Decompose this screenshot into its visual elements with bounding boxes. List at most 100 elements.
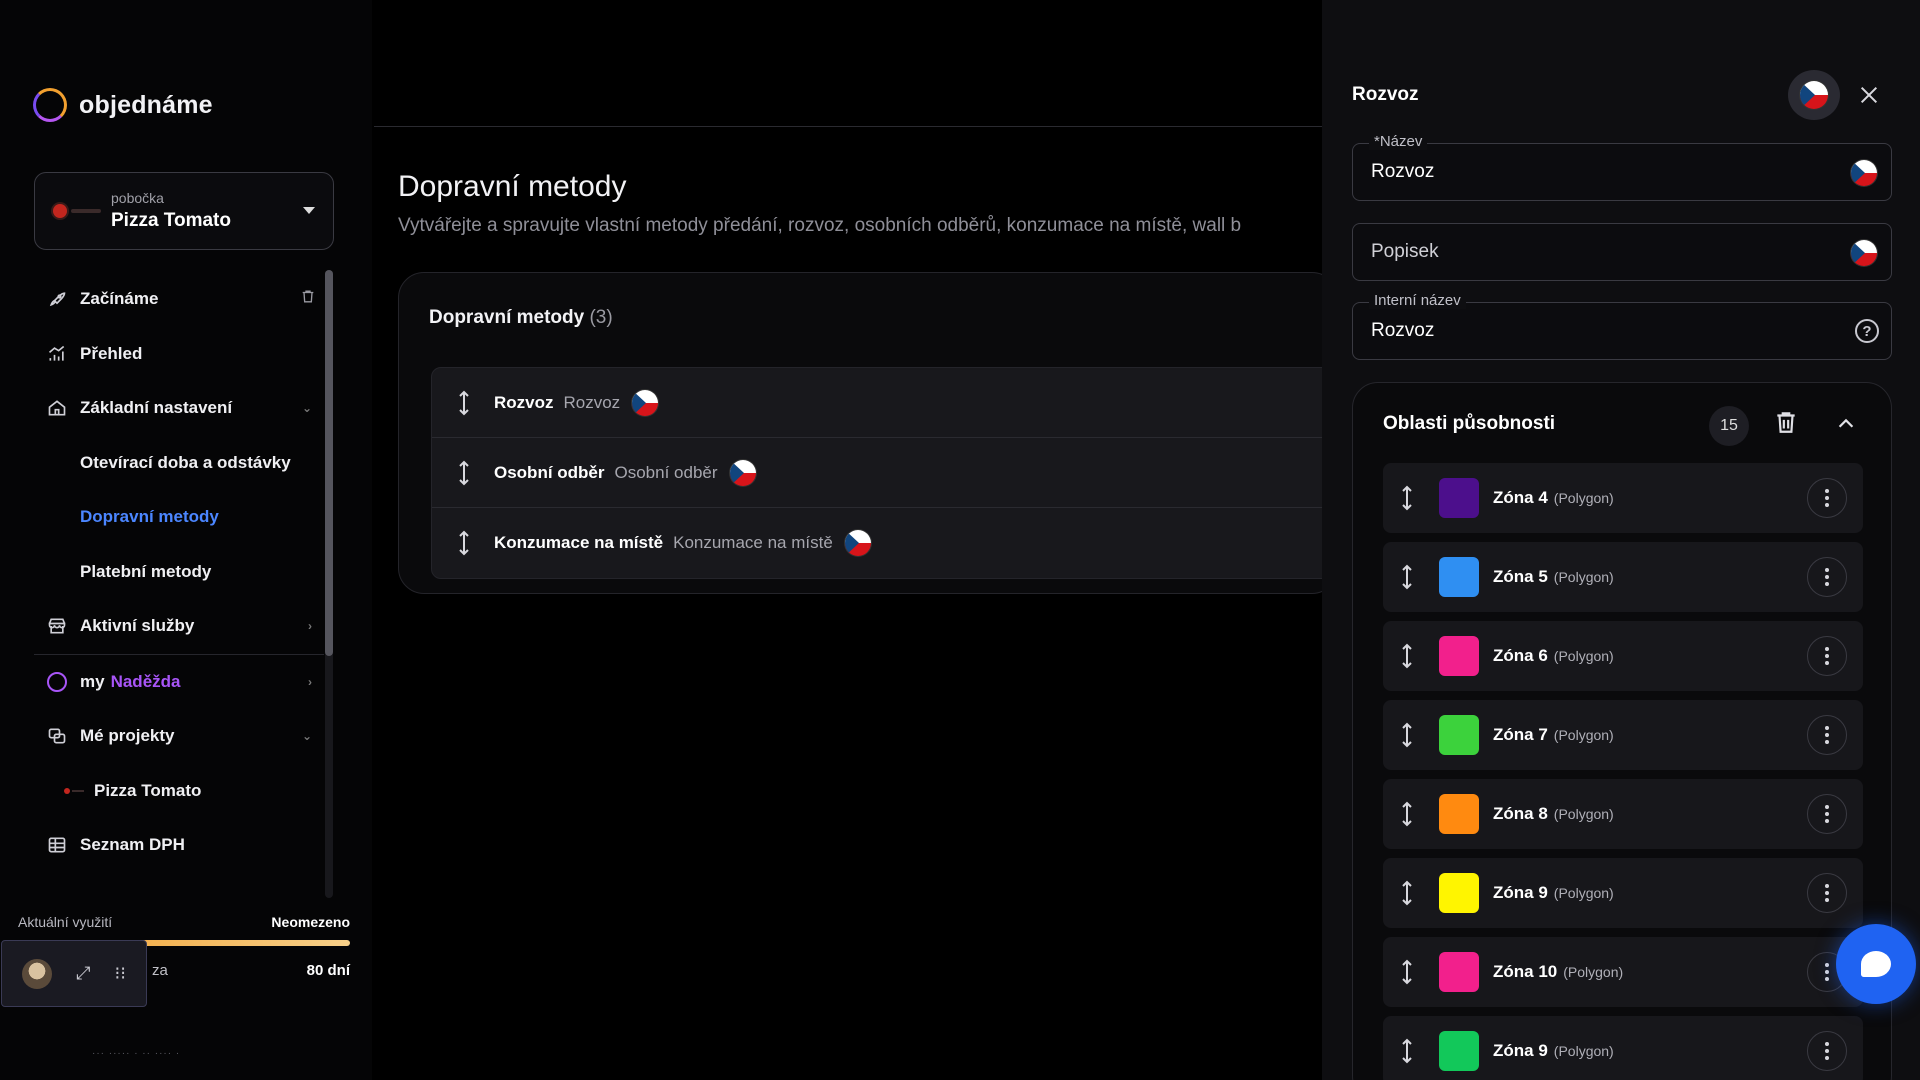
zone-row[interactable]: Zóna 6 (Polygon) (1383, 621, 1863, 691)
zone-type: (Polygon) (1553, 648, 1614, 664)
chevron-up-icon (1838, 418, 1854, 428)
usage-days: 80 dní (306, 962, 350, 979)
method-row[interactable]: Rozvoz Rozvoz (432, 368, 1350, 438)
sidebar-item-me-projekty[interactable]: Mé projekty ⌄ (34, 709, 324, 764)
sidebar-item-label: Mé projekty (80, 726, 175, 746)
trash-icon[interactable] (300, 289, 316, 310)
zone-row[interactable]: Zóna 5 (Polygon) (1383, 542, 1863, 612)
drag-handle-icon[interactable] (1399, 801, 1415, 827)
more-vert-icon[interactable] (1807, 715, 1847, 755)
usage-label: Aktuální využití (18, 914, 113, 930)
zone-type: (Polygon) (1553, 806, 1614, 822)
sidebar-item-label: Přehled (80, 343, 143, 363)
chevron-down-icon: ⌄ (301, 729, 312, 744)
drag-handle-icon[interactable] (1399, 564, 1415, 590)
chat-button[interactable] (1836, 924, 1916, 1004)
page-title: Dopravní metody (398, 170, 627, 203)
zones-card: Oblasti působnosti 15 Zóna 4 (Polygon) Zón… (1352, 382, 1892, 1080)
zone-type: (Polygon) (1553, 490, 1614, 506)
more-vert-icon[interactable] (1807, 557, 1847, 597)
name-input[interactable] (1371, 144, 1811, 200)
zone-row[interactable]: Zóna 9 (Polygon) (1383, 858, 1863, 928)
sidebar-item-accent-label: Naděžda (110, 671, 181, 691)
czech-flag-icon (844, 530, 871, 556)
sidebar-item-seznam-dph[interactable]: Seznam DPH (34, 818, 324, 873)
method-row[interactable]: Konzumace na místě Konzumace na místě (432, 508, 1350, 578)
app-logo[interactable]: objednáme (33, 88, 213, 122)
drag-handle-icon[interactable] (1399, 880, 1415, 906)
zone-row[interactable]: Zóna 4 (Polygon) (1383, 463, 1863, 533)
bar-chart-icon (46, 343, 68, 365)
card-title-text: Dopravní metody (429, 307, 585, 328)
zone-list: Zóna 4 (Polygon) Zóna 5 (Polygon) Zóna 6 (Pol… (1383, 463, 1863, 1080)
logo-text: objednáme (79, 90, 213, 119)
zone-row[interactable]: Zóna 8 (Polygon) (1383, 779, 1863, 849)
sidebar-item-aktivni-sluzby[interactable]: Aktivní služby › (34, 599, 324, 654)
close-button[interactable] (1852, 78, 1886, 112)
internal-name-field: Interní název ? (1352, 292, 1892, 360)
description-input[interactable] (1371, 224, 1811, 280)
delete-zones-button[interactable] (1773, 408, 1799, 441)
sidebar-item-label: Začínáme (80, 289, 159, 309)
card-title: Dopravní metody (3) (429, 307, 613, 329)
collapse-button[interactable] (1835, 413, 1857, 440)
method-row[interactable]: Osobní odběr Osobní odběr (432, 438, 1350, 508)
top-divider (374, 126, 1324, 127)
usage-prefix: za (152, 962, 168, 979)
sidebar-item-dopravni-metody[interactable]: Dopravní metody (34, 490, 324, 545)
internal-name-input[interactable] (1371, 303, 1811, 359)
more-vert-icon[interactable] (1807, 794, 1847, 834)
branch-selector[interactable]: pobočka Pizza Tomato (34, 172, 334, 250)
czech-flag-icon[interactable] (1851, 160, 1877, 186)
sidebar-nav: Začínáme Přehled Základní nastavení ⌄ Ot… (34, 272, 324, 873)
scrollbar-thumb[interactable] (325, 270, 333, 656)
method-alt: Konzumace na místě (673, 533, 833, 552)
card-count: (3) (589, 307, 613, 328)
zone-name: Zóna 5 (1493, 567, 1548, 586)
more-vert-icon[interactable] (1807, 873, 1847, 913)
sidebar-item-zakladni-nastaveni[interactable]: Základní nastavení ⌄ (34, 381, 324, 436)
zone-row[interactable]: Zóna 7 (Polygon) (1383, 700, 1863, 770)
sidebar-scrollbar[interactable] (325, 270, 333, 898)
close-icon (1860, 86, 1878, 104)
drag-handle-icon[interactable] (456, 530, 472, 556)
expand-icon[interactable]: ⤢ (76, 963, 90, 984)
sidebar-item-platebni-metody[interactable]: Platební metody (34, 545, 324, 600)
home-icon (46, 397, 68, 419)
zone-color-swatch (1439, 873, 1479, 913)
drag-handle-icon[interactable] (1399, 1038, 1415, 1064)
more-vert-icon[interactable] (1807, 478, 1847, 518)
zone-row[interactable]: Zóna 10 (Polygon) (1383, 937, 1863, 1007)
drag-handle-icon[interactable] (456, 460, 472, 486)
sidebar-item-prehled[interactable]: Přehled (34, 327, 324, 382)
sidebar-item-zaciname[interactable]: Začínáme (34, 272, 324, 327)
method-name: Rozvoz (494, 392, 554, 412)
zone-color-swatch (1439, 715, 1479, 755)
more-vert-icon[interactable] (1807, 1031, 1847, 1071)
sidebar-item-oteviraci-doba[interactable]: Otevírací doba a odstávky (34, 436, 324, 491)
czech-flag-icon (632, 389, 659, 416)
zones-title: Oblasti působnosti (1383, 413, 1556, 434)
language-switch-button[interactable] (1788, 70, 1840, 120)
drag-handle-icon[interactable] (1399, 485, 1415, 511)
help-icon[interactable]: ? (1855, 319, 1879, 343)
sidebar-item-my-nadezda[interactable]: my Naděžda › (34, 655, 324, 710)
czech-flag-icon[interactable] (1851, 240, 1877, 266)
grid-dots-icon[interactable]: ⁝⁝ (115, 963, 126, 984)
avatar[interactable] (22, 958, 53, 989)
usage-value: Neomezeno (271, 914, 350, 930)
sidebar-item-label: Základní nastavení (80, 398, 233, 418)
transport-methods-card: Dopravní metody (3) Rozvoz Rozvoz Osobní… (398, 272, 1351, 594)
chevron-down-icon (303, 207, 315, 214)
drag-handle-icon[interactable] (1399, 959, 1415, 985)
method-alt: Osobní odběr (614, 462, 718, 482)
sidebar-item-project-pizza-tomato[interactable]: Pizza Tomato (34, 764, 324, 819)
drag-handle-icon[interactable] (1399, 722, 1415, 748)
zone-type: (Polygon) (1563, 964, 1624, 980)
drag-handle-icon[interactable] (1399, 643, 1415, 669)
store-icon (46, 615, 68, 637)
zone-row[interactable]: Zóna 9 (Polygon) (1383, 1016, 1863, 1080)
drag-handle-icon[interactable] (456, 390, 472, 416)
branch-label: pobočka (111, 190, 164, 206)
more-vert-icon[interactable] (1807, 636, 1847, 676)
